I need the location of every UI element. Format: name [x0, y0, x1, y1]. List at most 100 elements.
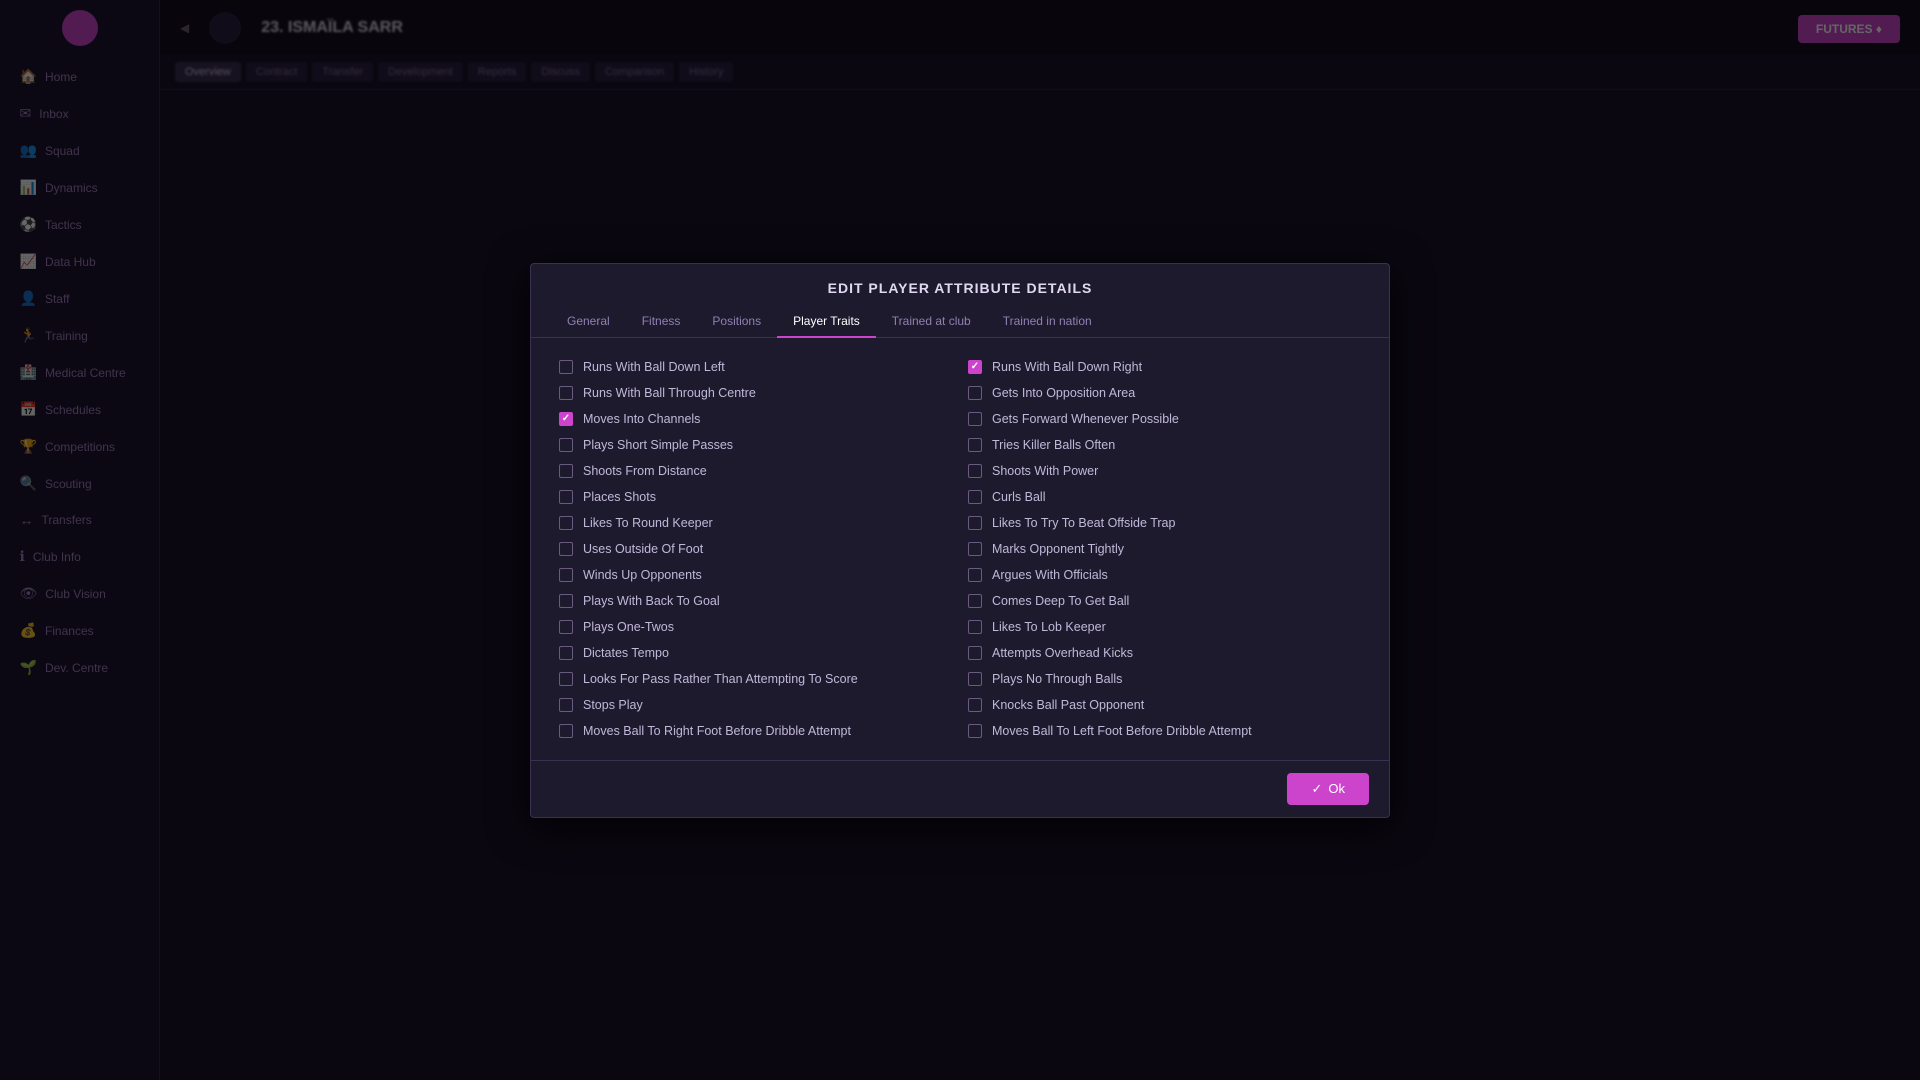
checkbox-likes-to-lob-keeper[interactable] — [968, 620, 982, 634]
trait-label-tries-killer-balls-often: Tries Killer Balls Often — [992, 438, 1115, 452]
trait-label-uses-outside-of-foot: Uses Outside Of Foot — [583, 542, 703, 556]
trait-left-plays-short-simple-passes[interactable]: Plays Short Simple Passes — [551, 432, 960, 458]
trait-left-plays-one-twos[interactable]: Plays One-Twos — [551, 614, 960, 640]
checkbox-plays-with-back-to-goal[interactable] — [559, 594, 573, 608]
checkbox-shoots-with-power[interactable] — [968, 464, 982, 478]
trait-label-attempts-overhead-kicks: Attempts Overhead Kicks — [992, 646, 1133, 660]
trait-right-comes-deep-to-get-ball[interactable]: Comes Deep To Get Ball — [960, 588, 1369, 614]
tab-player-traits[interactable]: Player Traits — [777, 306, 876, 338]
trait-left-stops-play[interactable]: Stops Play — [551, 692, 960, 718]
trait-label-places-shots: Places Shots — [583, 490, 656, 504]
traits-content: Runs With Ball Down Left Runs With Ball D… — [531, 338, 1389, 760]
trait-label-marks-opponent-tightly: Marks Opponent Tightly — [992, 542, 1124, 556]
trait-left-places-shots[interactable]: Places Shots — [551, 484, 960, 510]
checkbox-plays-one-twos[interactable] — [559, 620, 573, 634]
checkbox-argues-with-officials[interactable] — [968, 568, 982, 582]
modal-footer: ✓ Ok — [531, 760, 1389, 817]
trait-right-tries-killer-balls-often[interactable]: Tries Killer Balls Often — [960, 432, 1369, 458]
trait-right-shoots-with-power[interactable]: Shoots With Power — [960, 458, 1369, 484]
checkbox-runs-ball-down-right[interactable] — [968, 360, 982, 374]
tab-positions[interactable]: Positions — [696, 306, 777, 338]
checkbox-places-shots[interactable] — [559, 490, 573, 504]
trait-left-runs-ball-down-left[interactable]: Runs With Ball Down Left — [551, 354, 960, 380]
tab-fitness[interactable]: Fitness — [626, 306, 697, 338]
trait-label-plays-no-through-balls: Plays No Through Balls — [992, 672, 1122, 686]
trait-label-winds-up-opponents: Winds Up Opponents — [583, 568, 702, 582]
checkbox-gets-into-opposition-area[interactable] — [968, 386, 982, 400]
ok-label: Ok — [1328, 781, 1345, 796]
checkbox-comes-deep-to-get-ball[interactable] — [968, 594, 982, 608]
checkbox-dictates-tempo[interactable] — [559, 646, 573, 660]
checkbox-stops-play[interactable] — [559, 698, 573, 712]
checkbox-moves-ball-right[interactable] — [559, 724, 573, 738]
checkbox-moves-into-channels[interactable] — [559, 412, 573, 426]
trait-right-moves-ball-left[interactable]: Moves Ball To Left Foot Before Dribble A… — [960, 718, 1369, 744]
checkbox-looks-for-pass[interactable] — [559, 672, 573, 686]
trait-label-plays-with-back-to-goal: Plays With Back To Goal — [583, 594, 720, 608]
trait-right-argues-with-officials[interactable]: Argues With Officials — [960, 562, 1369, 588]
checkbox-attempts-overhead-kicks[interactable] — [968, 646, 982, 660]
tab-general[interactable]: General — [551, 306, 626, 338]
trait-left-dictates-tempo[interactable]: Dictates Tempo — [551, 640, 960, 666]
trait-label-argues-with-officials: Argues With Officials — [992, 568, 1108, 582]
checkbox-runs-ball-down-left[interactable] — [559, 360, 573, 374]
trait-label-likes-to-lob-keeper: Likes To Lob Keeper — [992, 620, 1106, 634]
checkbox-plays-no-through-balls[interactable] — [968, 672, 982, 686]
modal-title: EDIT PLAYER ATTRIBUTE DETAILS — [531, 264, 1389, 306]
trait-right-marks-opponent-tightly[interactable]: Marks Opponent Tightly — [960, 536, 1369, 562]
trait-right-likes-to-try-beat-offside[interactable]: Likes To Try To Beat Offside Trap — [960, 510, 1369, 536]
trait-right-curls-ball[interactable]: Curls Ball — [960, 484, 1369, 510]
trait-right-attempts-overhead-kicks[interactable]: Attempts Overhead Kicks — [960, 640, 1369, 666]
checkbox-moves-ball-left[interactable] — [968, 724, 982, 738]
checkbox-winds-up-opponents[interactable] — [559, 568, 573, 582]
modal-overlay: EDIT PLAYER ATTRIBUTE DETAILS General Fi… — [0, 0, 1920, 1080]
trait-label-looks-for-pass: Looks For Pass Rather Than Attempting To… — [583, 672, 858, 686]
modal-tabs: General Fitness Positions Player Traits … — [531, 306, 1389, 338]
checkbox-knocks-ball-past-opponent[interactable] — [968, 698, 982, 712]
trait-left-likes-to-round-keeper[interactable]: Likes To Round Keeper — [551, 510, 960, 536]
checkbox-likes-to-try-beat-offside[interactable] — [968, 516, 982, 530]
ok-button[interactable]: ✓ Ok — [1287, 773, 1369, 805]
checkbox-plays-short-simple-passes[interactable] — [559, 438, 573, 452]
checkbox-uses-outside-of-foot[interactable] — [559, 542, 573, 556]
tab-trained-nation[interactable]: Trained in nation — [987, 306, 1108, 338]
trait-label-knocks-ball-past-opponent: Knocks Ball Past Opponent — [992, 698, 1144, 712]
edit-attributes-modal: EDIT PLAYER ATTRIBUTE DETAILS General Fi… — [530, 263, 1390, 818]
trait-label-gets-forward-whenever-possible: Gets Forward Whenever Possible — [992, 412, 1179, 426]
trait-right-plays-no-through-balls[interactable]: Plays No Through Balls — [960, 666, 1369, 692]
trait-left-moves-ball-right[interactable]: Moves Ball To Right Foot Before Dribble … — [551, 718, 960, 744]
trait-label-moves-ball-right: Moves Ball To Right Foot Before Dribble … — [583, 724, 851, 738]
trait-left-plays-with-back-to-goal[interactable]: Plays With Back To Goal — [551, 588, 960, 614]
trait-label-runs-ball-down-left: Runs With Ball Down Left — [583, 360, 725, 374]
trait-right-gets-into-opposition-area[interactable]: Gets Into Opposition Area — [960, 380, 1369, 406]
trait-left-winds-up-opponents[interactable]: Winds Up Opponents — [551, 562, 960, 588]
trait-label-stops-play: Stops Play — [583, 698, 643, 712]
trait-label-runs-ball-through-centre: Runs With Ball Through Centre — [583, 386, 756, 400]
checkbox-shoots-from-distance[interactable] — [559, 464, 573, 478]
checkbox-marks-opponent-tightly[interactable] — [968, 542, 982, 556]
checkbox-likes-to-round-keeper[interactable] — [559, 516, 573, 530]
trait-label-runs-ball-down-right: Runs With Ball Down Right — [992, 360, 1142, 374]
trait-label-plays-short-simple-passes: Plays Short Simple Passes — [583, 438, 733, 452]
checkbox-curls-ball[interactable] — [968, 490, 982, 504]
trait-left-runs-ball-through-centre[interactable]: Runs With Ball Through Centre — [551, 380, 960, 406]
checkbox-gets-forward-whenever-possible[interactable] — [968, 412, 982, 426]
trait-label-moves-into-channels: Moves Into Channels — [583, 412, 700, 426]
trait-left-shoots-from-distance[interactable]: Shoots From Distance — [551, 458, 960, 484]
trait-left-looks-for-pass[interactable]: Looks For Pass Rather Than Attempting To… — [551, 666, 960, 692]
trait-label-shoots-with-power: Shoots With Power — [992, 464, 1098, 478]
trait-right-gets-forward-whenever-possible[interactable]: Gets Forward Whenever Possible — [960, 406, 1369, 432]
checkbox-tries-killer-balls-often[interactable] — [968, 438, 982, 452]
trait-right-runs-ball-down-right[interactable]: Runs With Ball Down Right — [960, 354, 1369, 380]
trait-left-moves-into-channels[interactable]: Moves Into Channels — [551, 406, 960, 432]
trait-label-moves-ball-left: Moves Ball To Left Foot Before Dribble A… — [992, 724, 1252, 738]
trait-label-gets-into-opposition-area: Gets Into Opposition Area — [992, 386, 1135, 400]
tab-trained-club[interactable]: Trained at club — [876, 306, 987, 338]
trait-left-uses-outside-of-foot[interactable]: Uses Outside Of Foot — [551, 536, 960, 562]
trait-right-likes-to-lob-keeper[interactable]: Likes To Lob Keeper — [960, 614, 1369, 640]
ok-checkmark: ✓ — [1311, 781, 1322, 797]
trait-label-curls-ball: Curls Ball — [992, 490, 1046, 504]
checkbox-runs-ball-through-centre[interactable] — [559, 386, 573, 400]
trait-right-knocks-ball-past-opponent[interactable]: Knocks Ball Past Opponent — [960, 692, 1369, 718]
trait-label-dictates-tempo: Dictates Tempo — [583, 646, 669, 660]
